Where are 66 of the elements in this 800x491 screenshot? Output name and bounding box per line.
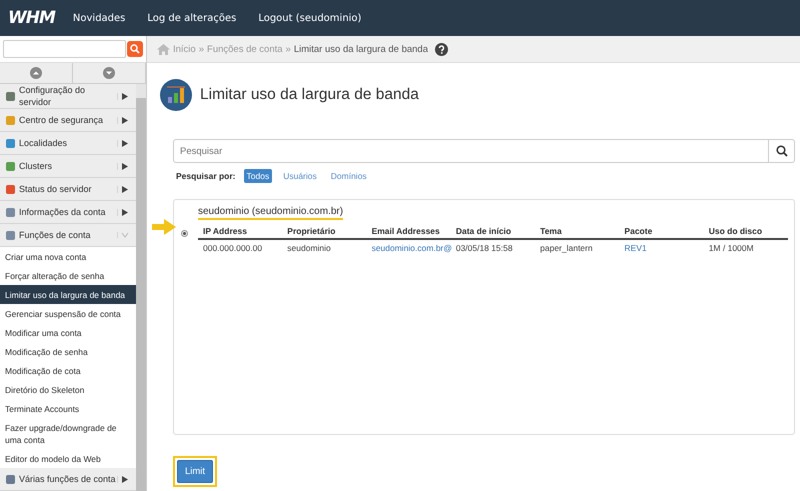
filter-label: Pesquisar por: (176, 171, 236, 181)
column-header: Pacote (619, 224, 704, 240)
section-icon (5, 184, 16, 194)
account-title: seudominio (seudominio.com.br) (198, 206, 344, 220)
breadcrumb-separator: » (198, 44, 204, 54)
table-cell-text: 03/05/18 15:58 (454, 242, 514, 255)
arrow-icon (152, 219, 176, 235)
home-icon (157, 44, 170, 54)
sidebar-section[interactable]: Configuração do servidor (0, 84, 136, 109)
nav-link[interactable]: Logout (seudominio) (258, 12, 362, 24)
section-icon (5, 474, 16, 484)
sidebar-link[interactable]: Fazer upgrade/downgrade de uma conta (0, 418, 136, 449)
column-header: Tema (535, 224, 620, 240)
sidebar-link[interactable]: Modificar uma conta (0, 323, 136, 342)
nav-link[interactable]: Novidades (72, 12, 126, 24)
section-icon (5, 206, 16, 218)
table-cell-text: 1M / 1000M (708, 242, 755, 255)
section-label: Informações da conta (19, 206, 107, 218)
table-link[interactable]: REV1 (619, 240, 704, 256)
scrollbar[interactable] (136, 84, 146, 491)
search-button[interactable] (769, 139, 795, 163)
sidebar-link[interactable]: Diretório do Skeleton (0, 380, 136, 399)
logo[interactable]: WHM (8, 8, 55, 28)
table-link[interactable]: seudominio.com.br@ (366, 240, 451, 256)
page-title: Limitar uso da largura de banda (200, 86, 419, 104)
sidebar-link[interactable]: Limitar uso da largura de banda (0, 285, 136, 304)
column-header: Proprietário (282, 224, 367, 240)
section-label: Funções de conta (19, 229, 92, 241)
bandwidth-chart-icon (160, 79, 192, 111)
table-cell-text: seudominio (286, 242, 332, 255)
section-icon (5, 230, 16, 240)
breadcrumb-separator: » (286, 44, 291, 54)
table-cell-text: paper_lantern (539, 242, 594, 255)
sidebar-search-field[interactable] (3, 40, 126, 58)
sidebar-link[interactable]: Forçar alteração de senha (0, 266, 136, 285)
table-cell-text: 000.000.000.00 (202, 242, 264, 255)
section-label: Localidades (19, 137, 68, 149)
limit-button[interactable]: Limit (177, 460, 214, 483)
section-label: Configuração do servidor (19, 84, 86, 108)
sidebar-link[interactable]: Gerenciar suspensão de conta (0, 304, 136, 323)
help-icon[interactable] (435, 42, 448, 56)
section-icon (5, 160, 16, 172)
sidebar-link[interactable]: Modificação de cota (0, 361, 136, 380)
section-icon (5, 114, 16, 126)
column-header: IP Address (198, 224, 282, 240)
nav-link[interactable]: Log de alterações (147, 12, 236, 24)
scroll-up-icon[interactable] (30, 67, 42, 79)
filter-option[interactable]: Todos (244, 169, 272, 183)
section-icon (5, 90, 16, 102)
section-label: Clusters (19, 160, 54, 172)
section-label: Status do servidor (19, 183, 93, 195)
scroll-down-icon[interactable] (103, 67, 115, 79)
sidebar-link[interactable]: Modificação de senha (0, 342, 136, 361)
section-icon (5, 138, 16, 148)
search-field[interactable]: Pesquisar (173, 139, 769, 163)
sidebar-link[interactable]: Terminate Accounts (0, 399, 136, 418)
section-label: Várias funções de conta (19, 473, 117, 485)
column-header: Email Addresses (366, 224, 451, 240)
column-header: Uso do disco (704, 224, 788, 240)
sidebar-link[interactable]: Criar uma nova conta (0, 247, 136, 266)
search-icon (776, 145, 788, 157)
search-icon (130, 44, 140, 54)
radio-button[interactable] (181, 230, 188, 237)
sidebar-link[interactable]: Editor do modelo da Web (0, 449, 136, 468)
section-label: Centro de segurança (19, 114, 104, 126)
column-header: Data de início (450, 224, 536, 240)
